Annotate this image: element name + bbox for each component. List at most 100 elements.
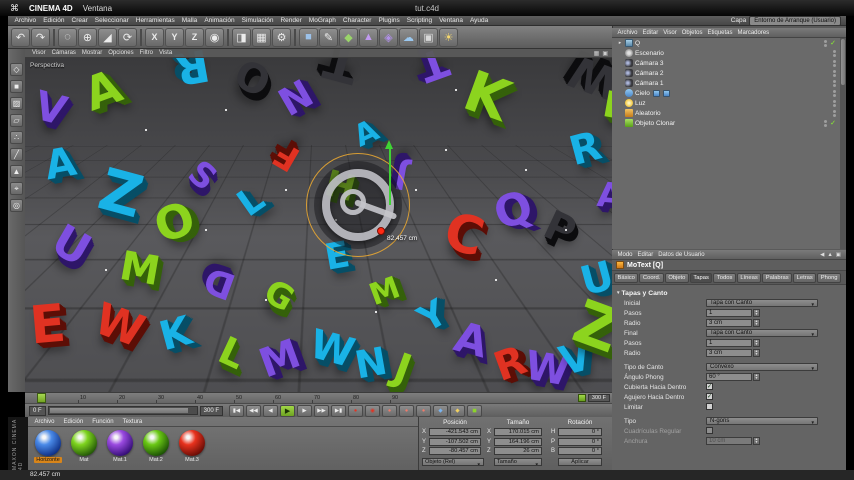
tab-objeto[interactable]: Objeto <box>664 272 689 283</box>
lock-z-icon[interactable]: Z <box>185 27 204 47</box>
add-deformer-icon[interactable]: ◈ <box>379 27 398 47</box>
enable-dots[interactable] <box>833 99 836 107</box>
material-mat-1[interactable]: Mat.1 <box>105 430 135 463</box>
tab-letras[interactable]: Letras <box>793 272 817 283</box>
apple-menu-icon[interactable]: ⌘ <box>10 3 19 14</box>
panel-pin-icon[interactable]: ▲ <box>827 252 832 258</box>
texture-tag-icon[interactable] <box>662 89 670 97</box>
object-row-cielo[interactable]: Cielo <box>612 88 840 98</box>
tab-phong[interactable]: Phong <box>817 272 842 283</box>
menu-scripting[interactable]: Scripting <box>403 17 435 24</box>
tab-todos[interactable]: Todos <box>713 272 736 283</box>
object-state-marks[interactable] <box>833 109 840 117</box>
menu-animacion[interactable]: Animación <box>201 17 238 24</box>
go-start-button[interactable]: ▮◀ <box>229 404 245 417</box>
object-row-camara-1[interactable]: Cámara 1 <box>612 78 840 88</box>
render-settings-icon[interactable]: ⚙ <box>272 27 291 47</box>
enable-dot-bottom[interactable] <box>833 73 836 77</box>
add-spline-icon[interactable]: ✎ <box>319 27 338 47</box>
object-state-marks[interactable] <box>833 99 840 107</box>
timeline-scrollbar[interactable] <box>47 406 198 415</box>
mac-menu-ventana[interactable]: Ventana <box>83 4 112 13</box>
enable-dot-bottom[interactable] <box>824 123 828 127</box>
scale-tool-icon[interactable]: ◢ <box>98 27 117 47</box>
object-row-aleatorio[interactable]: Aleatorio <box>612 108 840 118</box>
attr-menu-editar[interactable]: Editar <box>635 252 656 258</box>
menu-render[interactable]: Render <box>277 17 305 24</box>
material-mat-3[interactable]: Mat.3 <box>177 430 207 463</box>
tab-lineas[interactable]: Líneas <box>736 272 762 283</box>
viewport-camera-label[interactable]: Perspectiva <box>30 62 64 69</box>
material-sphere[interactable] <box>143 430 169 456</box>
texture-tag-icon[interactable] <box>652 89 660 97</box>
coord-field-rotacion-b[interactable]: 0 ° <box>558 447 602 455</box>
snap-icon[interactable]: ◎ <box>10 199 23 212</box>
viewport-panel-icon[interactable]: ▦ <box>594 50 600 57</box>
enable-dots[interactable] <box>833 89 836 97</box>
attr-menu-datos-de-usuario[interactable]: Datos de Usuario <box>656 252 707 258</box>
viewport-letter[interactable]: A <box>595 175 612 217</box>
input-radio[interactable]: 3 cm <box>706 318 752 327</box>
key-pla-button[interactable]: ◆ <box>450 404 466 417</box>
enable-dot-bottom[interactable] <box>824 43 828 47</box>
make-editable-icon[interactable]: ◇ <box>10 63 23 76</box>
coord-field-posicion-y[interactable]: -107.502 cm <box>429 437 481 446</box>
viewport-menu-camaras[interactable]: Cámaras <box>49 50 79 56</box>
coord-field-posicion-z[interactable]: -80.457 cm <box>429 447 481 455</box>
menu-ventana[interactable]: Ventana <box>436 17 467 24</box>
y-axis-handle[interactable] <box>389 149 391 205</box>
axis-mode-icon[interactable]: ⌖ <box>10 182 23 195</box>
om-menu-visor[interactable]: Visor <box>661 30 680 36</box>
spinner-down-icon[interactable]: ▼ <box>755 376 758 380</box>
timeline-scrollbar-handle[interactable] <box>49 408 188 413</box>
polygons-mode-icon[interactable]: ▲ <box>10 165 23 178</box>
menu-character[interactable]: Character <box>339 17 375 24</box>
input-radio[interactable]: 3 cm <box>706 348 752 357</box>
material-sphere[interactable] <box>107 430 133 456</box>
spinner-down-icon[interactable]: ▼ <box>755 312 758 316</box>
object-row-camara-3[interactable]: Cámara 3 <box>612 58 840 68</box>
timeline-marker-icon[interactable] <box>577 394 586 402</box>
render-picture-viewer-icon[interactable]: ▦ <box>252 27 271 47</box>
object-row-camara-2[interactable]: Cámara 2 <box>612 68 840 78</box>
om-menu-archivo[interactable]: Archivo <box>615 30 640 36</box>
next-key-button[interactable]: ▶▶ <box>314 404 330 417</box>
expand-arrow-icon[interactable]: ▸ <box>617 40 623 46</box>
key-position-button[interactable]: ● <box>382 404 398 417</box>
timeline-playhead[interactable] <box>37 393 46 403</box>
spinner-pasos[interactable]: ▲ ▼ <box>753 338 760 347</box>
spinner-angulo-phong[interactable]: ▲ ▼ <box>753 372 760 381</box>
coord-field-tamano-z[interactable]: 26 cm <box>494 447 542 455</box>
object-state-marks[interactable]: ✓ <box>824 39 840 47</box>
texture-mode-icon[interactable]: ▨ <box>10 97 23 110</box>
tab-palabras[interactable]: Palabras <box>762 272 793 283</box>
spinner-down-icon[interactable]: ▼ <box>755 342 758 346</box>
material-menu-edicion[interactable]: Edición <box>61 419 86 425</box>
checkbox-agujero-hacia-dentro[interactable]: ✓ <box>706 393 713 400</box>
viewport-letter[interactable]: N <box>271 71 321 125</box>
menu-plugins[interactable]: Plugins <box>375 17 403 24</box>
input-angulo-phong[interactable]: 60 ° <box>706 372 752 381</box>
enable-dot-bottom[interactable] <box>833 63 836 67</box>
redo-icon[interactable]: ↷ <box>31 27 50 47</box>
coord-field-posicion-x[interactable]: -421.543 cm <box>429 428 481 436</box>
material-mat-2[interactable]: Mat.2 <box>141 430 171 463</box>
key-rotation-button[interactable]: ● <box>416 404 432 417</box>
enable-dots[interactable] <box>833 79 836 87</box>
object-state-marks[interactable]: ✓ <box>824 119 840 127</box>
input-pasos[interactable]: 1 <box>706 338 752 347</box>
enable-dot-bottom[interactable] <box>833 53 836 57</box>
checkbox-cuadriculas-regular[interactable] <box>706 427 713 434</box>
dropdown-final[interactable]: Tapa con Canto ▼ <box>706 328 818 337</box>
enable-dot-bottom[interactable] <box>833 93 836 97</box>
tab-basico[interactable]: Básico <box>614 272 639 283</box>
workplane-mode-icon[interactable]: ▱ <box>10 114 23 127</box>
attr-menu-modo[interactable]: Modo <box>615 252 635 258</box>
render-view-icon[interactable]: ◨ <box>232 27 251 47</box>
add-camera-icon[interactable]: ▣ <box>419 27 438 47</box>
enable-dot-bottom[interactable] <box>833 83 836 87</box>
coord-field-tamano-y[interactable]: 164.196 cm <box>494 437 542 446</box>
viewport-menu-filtro[interactable]: Filtro <box>137 50 156 56</box>
live-selection-icon[interactable]: ◌ <box>58 27 77 47</box>
spinner-down-icon[interactable]: ▼ <box>755 322 758 326</box>
